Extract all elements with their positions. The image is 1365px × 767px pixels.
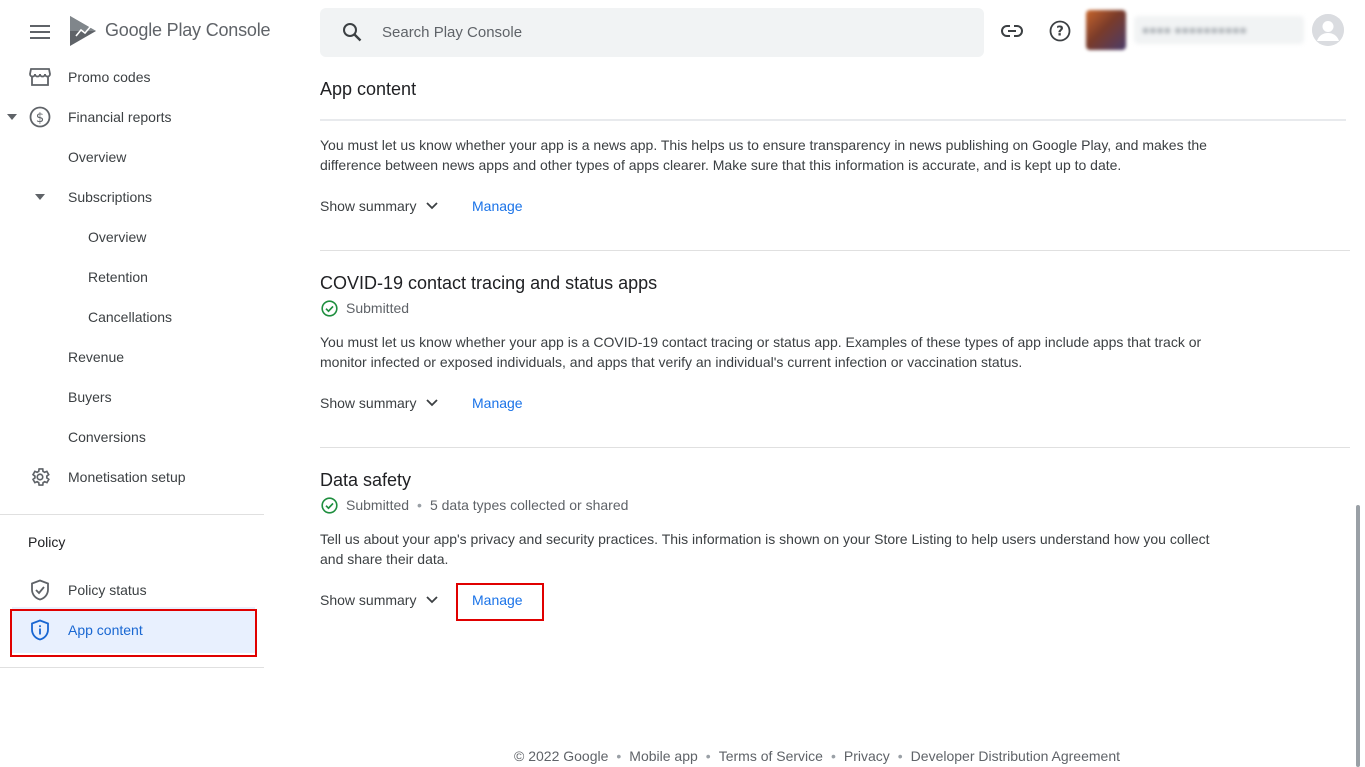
status-badge: Submitted [346,300,410,316]
developer-account-name[interactable]: ●●●● ●●●●●●●●●● [1134,16,1304,44]
sidebar-item-label: Revenue [68,349,125,365]
dollar-circle-icon: $ [28,105,52,129]
menu-icon[interactable] [28,20,52,44]
svg-text:?: ? [1056,25,1064,40]
news-app-description: You must let us know whether your app is… [320,137,1207,173]
separator-dot: • [417,497,422,513]
news-app-manage-link[interactable]: Manage [472,198,523,214]
covid-description: You must let us know whether your app is… [320,334,1202,370]
search-bar[interactable] [320,8,984,57]
sidebar-item-buyers[interactable]: Buyers [0,377,264,417]
search-input[interactable] [382,8,962,57]
sidebar-item-label: Financial reports [68,109,172,125]
sidebar: Google Play Console Promo codes $ Financ… [0,0,271,767]
sidebar-item-label: Overview [68,149,127,165]
sidebar-item-label: Retention [88,269,148,285]
sidebar-item-app-content[interactable]: App content [12,607,255,653]
developer-account-thumbnail[interactable] [1086,10,1126,50]
footer-copyright: © 2022 Google [514,748,609,764]
chevron-down-icon [424,198,440,214]
sidebar-item-label: Overview [88,229,147,245]
shield-check-icon [28,578,52,602]
sidebar-item-cancellations[interactable]: Cancellations [0,297,264,337]
sidebar-item-label: Policy status [68,582,147,598]
footer-link-terms[interactable]: Terms of Service [719,748,823,764]
caret-down-icon[interactable] [4,109,20,125]
sidebar-item-subscriptions[interactable]: Subscriptions [0,177,264,217]
sidebar-item-label: Buyers [68,389,112,405]
sidebar-item-label: App content [68,622,143,638]
chevron-down-icon [424,592,440,608]
shield-info-icon [28,618,52,642]
covid-status: Submitted [320,299,409,317]
data-types-count: 5 data types collected or shared [429,497,629,513]
gear-icon [28,465,52,489]
covid-manage-link[interactable]: Manage [472,395,523,411]
sidebar-section-policy: Policy [28,534,66,550]
footer: © 2022 Google • Mobile app • Terms of Se… [514,748,1121,764]
news-app-show-summary-button[interactable]: Show summary [320,198,440,214]
sidebar-item-conversions[interactable]: Conversions [0,417,264,457]
sidebar-item-promo-codes[interactable]: Promo codes [0,57,264,97]
sidebar-item-subscriptions-overview[interactable]: Overview [0,217,264,257]
svg-text:$: $ [36,111,44,126]
sidebar-item-label: Promo codes [68,69,151,85]
check-circle-icon [320,496,338,514]
sidebar-divider [0,667,264,668]
sidebar-item-label: Cancellations [88,309,173,325]
link-icon[interactable] [1000,19,1024,43]
title-divider [320,119,1346,121]
sidebar-item-label: Monetisation setup [68,469,186,485]
section-divider [320,447,1350,448]
data-safety-show-summary-button[interactable]: Show summary [320,592,440,608]
page-title: App content [320,79,417,99]
search-icon [340,20,364,44]
footer-link-mobile-app[interactable]: Mobile app [629,748,698,764]
section-divider [320,250,1350,251]
data-safety-section-title: Data safety [320,470,412,490]
covid-show-summary-button[interactable]: Show summary [320,395,440,411]
brand: Google Play Console [0,0,271,62]
caret-down-icon[interactable] [32,189,48,205]
sidebar-item-overview[interactable]: Overview [0,137,264,177]
sidebar-item-revenue[interactable]: Revenue [0,337,264,377]
play-console-logo-icon [68,16,98,46]
brand-name[interactable]: Google Play Console [105,20,271,41]
sidebar-divider [0,514,264,515]
help-icon[interactable]: ? [1048,19,1072,43]
sidebar-item-policy-status[interactable]: Policy status [0,570,264,610]
sidebar-item-retention[interactable]: Retention [0,257,264,297]
data-safety-description: Tell us about your app's privacy and sec… [320,531,1210,567]
sidebar-item-financial-reports[interactable]: $ Financial reports [0,97,264,137]
data-safety-status: Submitted • 5 data types collected or sh… [320,496,628,514]
covid-section-title: COVID-19 contact tracing and status apps [320,273,658,293]
footer-link-privacy[interactable]: Privacy [844,748,890,764]
chevron-down-icon [424,395,440,411]
sidebar-item-monetisation-setup[interactable]: Monetisation setup [0,457,264,497]
avatar[interactable] [1312,14,1344,46]
store-icon [28,65,52,89]
scrollbar[interactable] [1356,505,1360,767]
footer-link-dda[interactable]: Developer Distribution Agreement [911,748,1120,764]
sidebar-item-label: Conversions [68,429,146,445]
status-badge: Submitted [346,497,410,513]
data-safety-manage-link[interactable]: Manage [472,592,523,608]
check-circle-icon [320,299,338,317]
sidebar-item-label: Subscriptions [68,189,153,205]
